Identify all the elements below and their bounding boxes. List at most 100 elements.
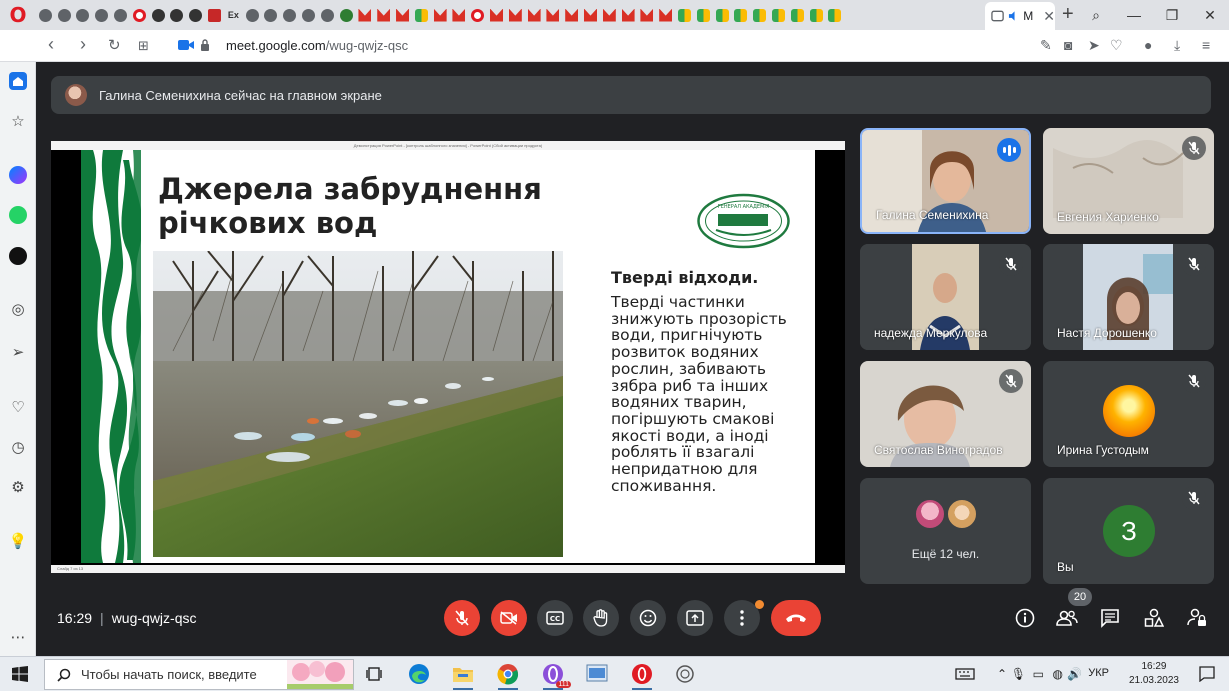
tab-favicon[interactable] <box>74 0 93 30</box>
tab-favicon[interactable] <box>111 0 130 30</box>
tab-favicon[interactable] <box>619 0 638 30</box>
opera-logo-icon[interactable]: O <box>0 0 36 30</box>
control-panel-icon[interactable] <box>585 662 609 686</box>
send-icon[interactable]: ➤ <box>1088 37 1100 54</box>
tiktok-icon[interactable] <box>7 245 29 267</box>
tab-favicon[interactable] <box>149 0 168 30</box>
tab-favicon[interactable] <box>731 0 750 30</box>
network-tray-icon[interactable]: ◍ <box>1053 667 1063 681</box>
tab-favicon[interactable] <box>130 0 149 30</box>
participant-tile[interactable]: Галина Семенихина <box>860 128 1031 234</box>
send-sidebar-icon[interactable]: ➢ <box>7 341 29 363</box>
tab-favicon[interactable] <box>92 0 111 30</box>
raise-hand-button[interactable] <box>583 600 619 636</box>
notifications-icon[interactable] <box>1199 666 1215 682</box>
mic-off-button[interactable] <box>444 600 480 636</box>
tab-favicon[interactable] <box>243 0 262 30</box>
whatsapp-icon[interactable] <box>7 204 29 226</box>
tab-favicon[interactable] <box>487 0 506 30</box>
tab-favicon[interactable] <box>168 0 187 30</box>
tabs-grid-icon[interactable]: ⊞ <box>138 38 149 54</box>
people-button[interactable] <box>1055 606 1079 630</box>
reactions-button[interactable] <box>630 600 666 636</box>
tab-favicon[interactable] <box>825 0 844 30</box>
microphone-tray-icon[interactable]: 🎙 <box>1011 667 1026 681</box>
tab-favicon[interactable] <box>36 0 55 30</box>
camera-off-button[interactable] <box>491 600 527 636</box>
tab-favicon[interactable] <box>581 0 600 30</box>
snapshot-icon[interactable]: ◙ <box>1064 37 1072 53</box>
tab-favicon[interactable] <box>694 0 713 30</box>
self-tile[interactable]: З Вы <box>1043 478 1214 584</box>
restore-button[interactable]: ❐ <box>1153 7 1191 24</box>
profile-icon[interactable]: ● <box>1144 37 1152 53</box>
volume-tray-icon[interactable]: 🔊 <box>1067 667 1082 681</box>
tab-favicon[interactable] <box>450 0 469 30</box>
menu-icon[interactable]: ≡ <box>1202 37 1210 53</box>
new-tab-button[interactable]: + <box>1062 3 1074 26</box>
tab-favicon[interactable] <box>468 0 487 30</box>
keyboard-tray-icon[interactable] <box>955 666 975 682</box>
tab-favicon[interactable] <box>356 0 375 30</box>
lock-icon[interactable] <box>200 39 210 51</box>
chrome-icon[interactable] <box>496 662 520 690</box>
tab-favicon[interactable] <box>506 0 525 30</box>
more-participants-tile[interactable]: Ещё 12 чел. <box>860 478 1031 584</box>
tab-favicon[interactable] <box>262 0 281 30</box>
tab-favicon[interactable] <box>525 0 544 30</box>
tab-search-icon[interactable]: ⌕ <box>1077 7 1115 24</box>
language-indicator[interactable]: УКР <box>1088 667 1109 679</box>
participant-tile[interactable]: Евгения Хариенко <box>1043 128 1214 234</box>
tab-favicon[interactable] <box>638 0 657 30</box>
tab-favicon[interactable] <box>713 0 732 30</box>
tab-favicon[interactable] <box>675 0 694 30</box>
bookmarks-icon[interactable]: ☆ <box>7 110 29 132</box>
downloads-icon[interactable]: ⤓ <box>1174 37 1180 54</box>
tab-favicon[interactable] <box>318 0 337 30</box>
tab-favicon[interactable] <box>544 0 563 30</box>
tab-favicon[interactable] <box>393 0 412 30</box>
tab-favicon[interactable] <box>205 0 224 30</box>
settings-gear-icon[interactable]: ⚙ <box>7 476 29 498</box>
sidebar-more-icon[interactable]: ⋯ <box>7 626 29 648</box>
tab-favicon[interactable]: Ex <box>224 0 243 30</box>
edge-icon[interactable] <box>407 662 431 686</box>
clock[interactable]: 16:29 21.03.2023 <box>1129 660 1179 688</box>
player-icon[interactable]: ◎ <box>7 298 29 320</box>
active-tab[interactable]: M ✕ <box>985 2 1055 30</box>
present-screen-button[interactable] <box>677 600 713 636</box>
forward-button[interactable]: › <box>80 34 86 55</box>
opera-gx-icon[interactable]: 111 <box>541 662 571 690</box>
tab-favicon[interactable] <box>562 0 581 30</box>
tab-favicon[interactable] <box>750 0 769 30</box>
tab-favicon[interactable] <box>769 0 788 30</box>
minimize-button[interactable]: — <box>1115 7 1153 23</box>
cortana-icon[interactable] <box>673 662 697 686</box>
tab-close-icon[interactable]: ✕ <box>1043 8 1055 25</box>
messenger-icon[interactable] <box>7 164 29 186</box>
meeting-details-button[interactable] <box>1013 606 1037 630</box>
home-icon[interactable] <box>7 70 29 92</box>
camera-in-use-icon[interactable] <box>178 39 194 51</box>
captions-button[interactable]: CC <box>537 600 573 636</box>
task-view-icon[interactable] <box>363 662 387 686</box>
url-field[interactable]: meet.google.com/wug-qwjz-qsc <box>226 38 408 53</box>
chat-button[interactable] <box>1098 606 1122 630</box>
tab-favicon[interactable] <box>280 0 299 30</box>
participant-tile[interactable]: Ирина Густодым <box>1043 361 1214 467</box>
reload-button[interactable]: ↻ <box>108 36 121 54</box>
tips-bulb-icon[interactable]: 💡 <box>7 530 29 552</box>
windows-start-icon[interactable] <box>12 666 28 682</box>
tab-favicon[interactable] <box>431 0 450 30</box>
favorites-heart-icon[interactable]: ♡ <box>7 396 29 418</box>
tab-favicon[interactable] <box>55 0 74 30</box>
close-window-button[interactable]: ✕ <box>1191 7 1229 24</box>
battery-tray-icon[interactable]: ▭ <box>1033 667 1044 681</box>
taskbar-search[interactable]: Чтобы начать поиск, введите <box>44 659 354 690</box>
bookmark-heart-icon[interactable]: ♡ <box>1110 37 1123 54</box>
host-controls-button[interactable] <box>1185 606 1209 630</box>
tab-favicon[interactable] <box>656 0 675 30</box>
tray-expand-icon[interactable]: ⌃ <box>997 667 1007 681</box>
tab-favicon[interactable] <box>788 0 807 30</box>
participant-tile[interactable]: Святослав Виноградов <box>860 361 1031 467</box>
